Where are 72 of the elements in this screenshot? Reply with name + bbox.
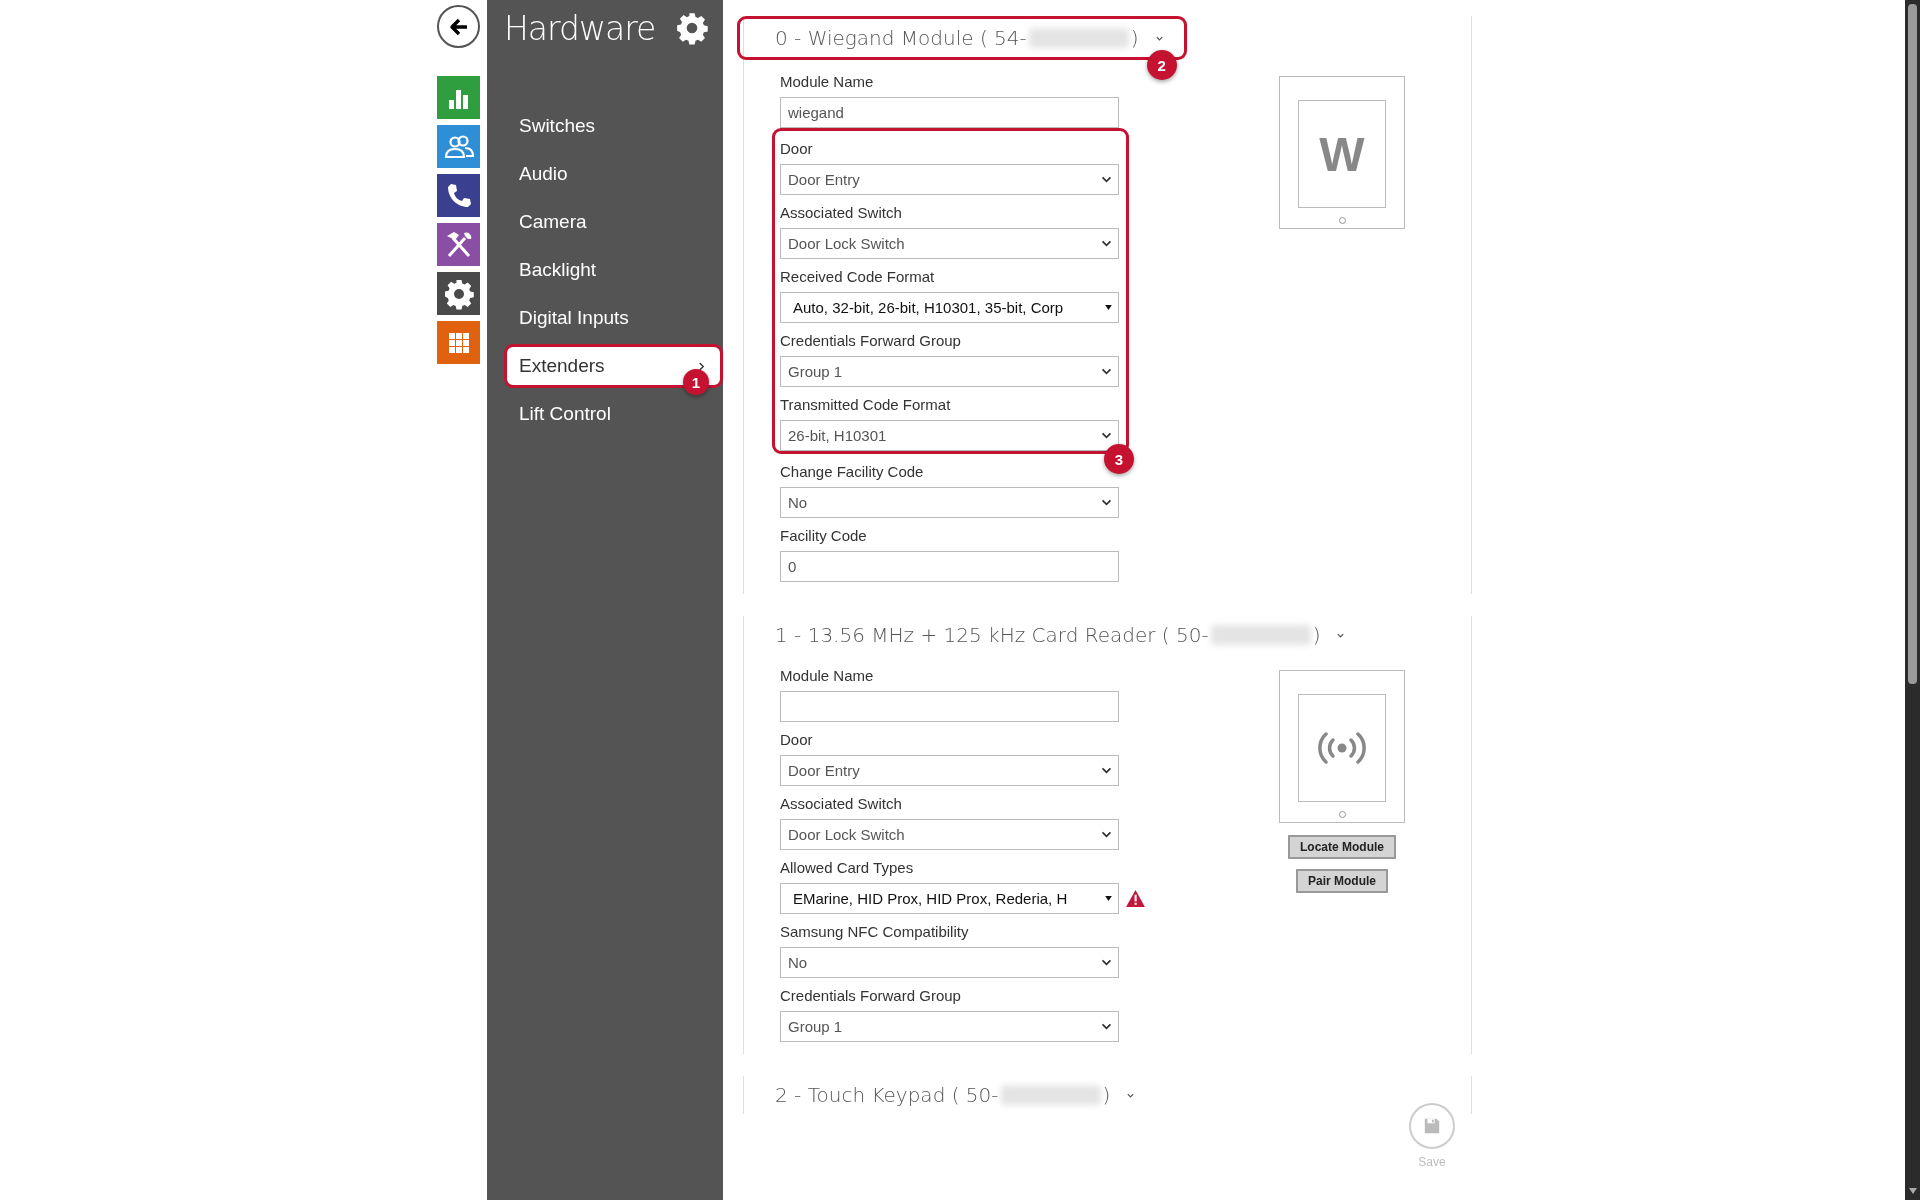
field-label: Door: [780, 140, 814, 159]
dropdown-field[interactable]: No: [780, 947, 1119, 978]
phone-tile[interactable]: [437, 174, 480, 217]
scrollbar[interactable]: [1905, 0, 1920, 1200]
gear-tile[interactable]: [437, 272, 480, 315]
field-label: Received Code Format: [780, 268, 936, 287]
callout-badge: 3: [1104, 444, 1134, 474]
field-label: Door: [780, 731, 814, 750]
scroll-thumb[interactable]: [1908, 4, 1917, 684]
field-label: Facility Code: [780, 527, 868, 546]
menu-item[interactable]: Digital Inputs: [504, 300, 723, 336]
users-tile[interactable]: [437, 125, 480, 168]
dropdown-field[interactable]: 26-bit, H10301: [780, 420, 1119, 451]
field-label: Associated Switch: [780, 204, 903, 223]
callout-badge: 1: [683, 369, 709, 395]
field-label: Associated Switch: [780, 795, 903, 814]
dropdown-field[interactable]: Door Lock Switch: [780, 228, 1119, 259]
dropdown-field[interactable]: Door Entry: [780, 164, 1119, 195]
field-label: Credentials Forward Group: [780, 987, 962, 1006]
chevron-down-icon: [1101, 499, 1112, 506]
field-label: Transmitted Code Format: [780, 396, 952, 415]
dropdown-field[interactable]: Group 1: [780, 356, 1119, 387]
dropdown-field[interactable]: Door Entry: [780, 755, 1119, 786]
text-field[interactable]: 0: [780, 551, 1119, 582]
module-title: ): [1312, 623, 1321, 647]
module-title[interactable]: 0 - Wiegand Module ( 54-: [775, 26, 1027, 50]
section-title: Hardware: [504, 8, 656, 48]
module-title[interactable]: 1 - 13.56 MHz + 125 kHz Card Reader ( 50-: [775, 623, 1209, 647]
scroll-down-icon: [1909, 1188, 1917, 1194]
field-label: Credentials Forward Group: [780, 332, 962, 351]
text-field[interactable]: [780, 691, 1119, 722]
chevron-down-icon: [1101, 432, 1112, 439]
dropdown-field[interactable]: No: [780, 487, 1119, 518]
multi-select-field[interactable]: EMarine, HID Prox, HID Prox, Rederia, H: [780, 883, 1119, 914]
gear-icon: [442, 277, 475, 310]
menu-item[interactable]: Backlight: [504, 252, 723, 288]
chevron-down-icon: [1101, 176, 1112, 183]
callout-badge: 2: [1146, 50, 1177, 80]
menu-item[interactable]: Camera: [504, 204, 723, 240]
dropdown-field[interactable]: Door Lock Switch: [780, 819, 1119, 850]
module-title: ): [1130, 26, 1139, 50]
field-label: Samsung NFC Compatibility: [780, 923, 970, 942]
field-label: Module Name: [780, 667, 875, 686]
menu-item[interactable]: Lift Control: [504, 396, 723, 432]
text-field[interactable]: wiegand: [780, 97, 1119, 128]
chevron-down-icon: [1101, 368, 1112, 375]
chart-tile[interactable]: [437, 76, 480, 119]
settings-icon[interactable]: [675, 11, 709, 45]
chevron-icon: [697, 361, 706, 371]
device-letter: W: [1319, 126, 1365, 182]
menu-item[interactable]: Audio: [504, 156, 723, 192]
tools-tile[interactable]: [437, 223, 480, 266]
module-title: ): [1102, 1083, 1111, 1107]
back-button[interactable]: [437, 5, 480, 48]
grid-tile[interactable]: [437, 321, 480, 364]
module-button[interactable]: Locate Module: [1288, 835, 1396, 859]
chevron-down-icon: [1101, 240, 1112, 247]
module-button[interactable]: Pair Module: [1296, 869, 1388, 893]
multi-select-field[interactable]: Auto, 32-bit, 26-bit, H10301, 35-bit, Corp: [780, 292, 1119, 323]
caret-icon: [1105, 896, 1112, 901]
save-label: Save: [1418, 1155, 1446, 1169]
field-label: Allowed Card Types: [780, 859, 915, 878]
chevron-down-icon: [1101, 831, 1112, 838]
caret-icon: [1105, 305, 1112, 310]
chevron-down-icon: [1101, 959, 1112, 966]
chevron-down-icon: [1101, 767, 1112, 774]
field-label: Module Name: [780, 73, 875, 92]
dropdown-field[interactable]: Group 1: [780, 1011, 1119, 1042]
menu-item[interactable]: Switches: [504, 108, 723, 144]
chevron-down-icon: [1101, 1023, 1112, 1030]
field-label: Change Facility Code: [780, 463, 925, 482]
module-title[interactable]: 2 - Touch Keypad ( 50-: [775, 1083, 999, 1107]
